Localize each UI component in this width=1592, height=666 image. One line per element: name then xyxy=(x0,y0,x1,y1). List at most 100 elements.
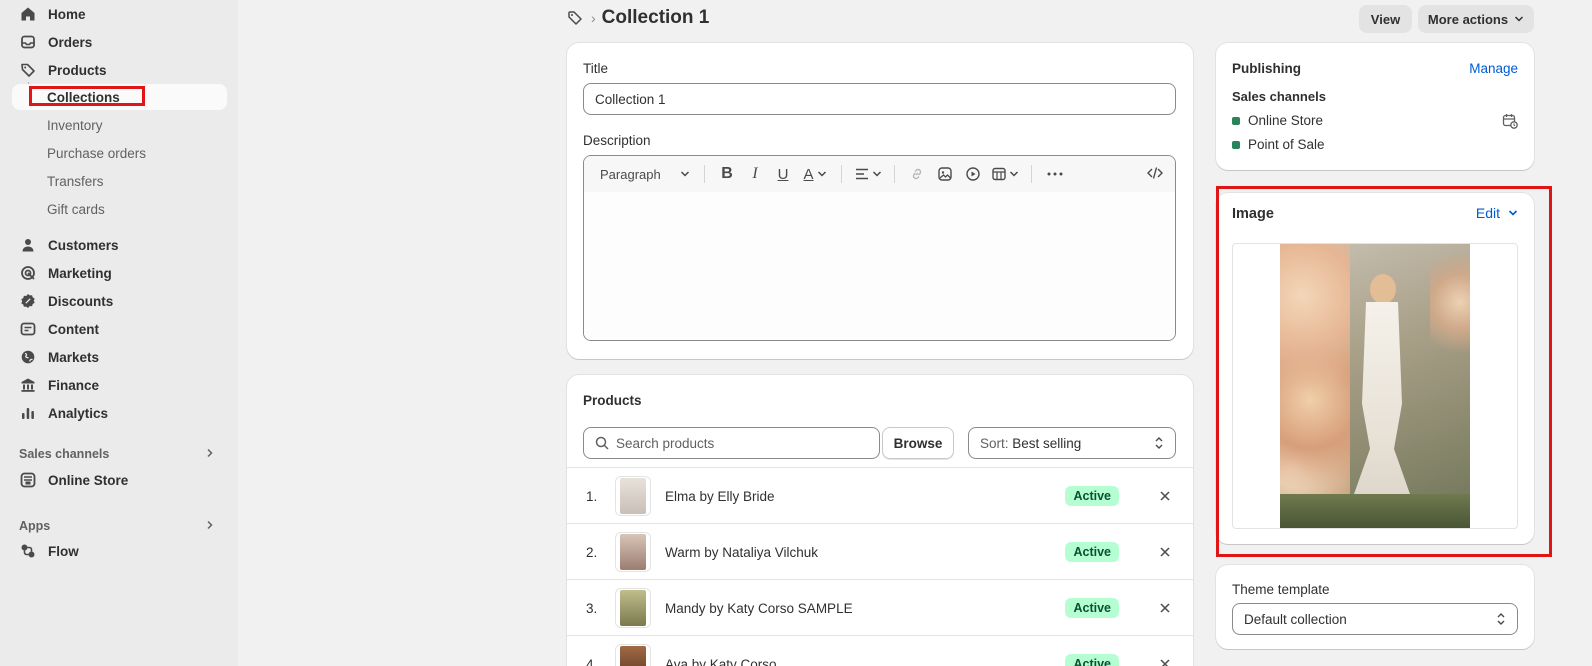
product-name[interactable]: Warm by Nataliya Vilchuk xyxy=(665,545,1065,560)
status-dot xyxy=(1232,116,1240,125)
sidebar-item-label: Orders xyxy=(48,34,93,50)
bar-chart-icon xyxy=(18,403,38,423)
sidebar-item-analytics[interactable]: Analytics xyxy=(12,399,227,427)
product-name[interactable]: Mandy by Katy Corso SAMPLE xyxy=(665,601,1065,616)
search-products-input[interactable]: Search products xyxy=(583,427,880,459)
sidebar-item-label: Finance xyxy=(48,377,100,393)
product-name[interactable]: Ava by Katy Corso xyxy=(665,657,1065,666)
sidebar-subitem-inventory[interactable]: Inventory xyxy=(12,112,227,138)
collection-image-frame[interactable] xyxy=(1232,243,1518,529)
row-number: 2. xyxy=(586,544,598,560)
status-badge: Active xyxy=(1065,486,1119,506)
collection-tag-icon[interactable] xyxy=(567,9,585,27)
section-label: Apps xyxy=(19,519,51,533)
target-icon xyxy=(18,263,38,283)
more-actions-button[interactable]: More actions xyxy=(1418,5,1534,33)
sidebar-item-online-store[interactable]: Online Store xyxy=(12,466,227,494)
theme-template-select[interactable]: Default collection xyxy=(1232,603,1518,635)
status-badge: Active xyxy=(1065,598,1119,618)
video-icon[interactable] xyxy=(959,167,987,181)
sidebar-item-markets[interactable]: Markets xyxy=(12,343,227,371)
table-row[interactable]: 4. Ava by Katy Corso Active xyxy=(567,635,1193,666)
grass xyxy=(1280,494,1470,528)
collection-image xyxy=(1280,244,1470,528)
toolbar-divider xyxy=(894,165,895,183)
sidebar-subitem-collections[interactable]: Collections xyxy=(12,84,227,110)
sidebar-item-discounts[interactable]: Discounts xyxy=(12,287,227,315)
remove-icon[interactable] xyxy=(1157,603,1173,613)
inbox-icon xyxy=(18,32,38,52)
more-actions-label: More actions xyxy=(1427,11,1509,27)
view-button[interactable]: View xyxy=(1359,5,1412,33)
text-color-icon[interactable]: A xyxy=(797,166,833,183)
description-editor: Paragraph B I U A xyxy=(583,155,1176,341)
section-label: Sales channels xyxy=(19,447,110,461)
select-arrows-icon xyxy=(1496,612,1506,626)
search-placeholder: Search products xyxy=(616,435,715,451)
channel-online-store: Online Store xyxy=(1232,113,1323,128)
sidebar-item-label: Products xyxy=(48,62,107,78)
toolbar-divider xyxy=(1031,165,1032,183)
sidebar-item-products[interactable]: Products xyxy=(12,56,227,84)
underline-icon[interactable]: U xyxy=(769,166,797,183)
theme-template-value: Default collection xyxy=(1244,611,1347,627)
chevron-right-icon xyxy=(205,447,215,461)
sidebar-item-label: Markets xyxy=(48,349,100,365)
sidebar-item-customers[interactable]: Customers xyxy=(12,231,227,259)
align-icon[interactable] xyxy=(850,168,886,180)
more-options-icon[interactable] xyxy=(1040,172,1070,176)
sidebar-item-finance[interactable]: Finance xyxy=(12,371,227,399)
italic-icon[interactable]: I xyxy=(741,165,769,183)
sidebar-item-orders[interactable]: Orders xyxy=(12,28,227,56)
paragraph-label: Paragraph xyxy=(600,166,661,182)
sidebar-item-marketing[interactable]: Marketing xyxy=(12,259,227,287)
schedule-calendar-icon[interactable] xyxy=(1502,113,1518,132)
remove-icon[interactable] xyxy=(1157,491,1173,501)
sidebar-subitem-gift-cards[interactable]: Gift cards xyxy=(12,196,227,222)
sidebar-section-apps[interactable]: Apps xyxy=(12,514,227,538)
toolbar-divider xyxy=(704,165,705,183)
sidebar-item-home[interactable]: Home xyxy=(12,0,227,28)
chevron-down-icon xyxy=(680,167,690,182)
sidebar-item-content[interactable]: Content xyxy=(12,315,227,343)
theme-template-card: Theme template Default collection xyxy=(1216,565,1534,649)
globe-icon xyxy=(18,347,38,367)
discount-icon xyxy=(18,291,38,311)
sidebar-subitem-label: Transfers xyxy=(47,173,104,189)
sidebar-section-sales-channels[interactable]: Sales channels xyxy=(12,442,227,466)
sidebar: Home Orders Products Collections Invento… xyxy=(0,0,238,666)
sidebar-subitem-label: Purchase orders xyxy=(47,145,147,161)
link-icon[interactable] xyxy=(903,167,931,181)
sidebar-item-label: Content xyxy=(48,321,99,337)
content-icon xyxy=(18,319,38,339)
code-view-icon[interactable] xyxy=(1147,166,1163,180)
sidebar-subitem-purchase-orders[interactable]: Purchase orders xyxy=(12,140,227,166)
sidebar-item-flow[interactable]: Flow xyxy=(12,537,227,565)
status-badge: Active xyxy=(1065,542,1119,562)
remove-icon[interactable] xyxy=(1157,659,1173,666)
product-name[interactable]: Elma by Elly Bride xyxy=(665,489,1065,504)
table-row[interactable]: 2. Warm by Nataliya Vilchuk Active xyxy=(567,523,1193,580)
edit-image-button[interactable]: Edit xyxy=(1476,205,1518,221)
title-label: Title xyxy=(583,61,609,76)
paragraph-dropdown[interactable]: Paragraph xyxy=(600,167,690,182)
table-icon[interactable] xyxy=(987,167,1023,181)
sort-select[interactable]: Sort: Best selling xyxy=(968,427,1176,459)
remove-icon[interactable] xyxy=(1157,547,1173,557)
product-thumbnail xyxy=(615,588,651,628)
channel-label: Point of Sale xyxy=(1248,137,1325,152)
page-title: Collection 1 xyxy=(601,7,710,28)
bold-icon[interactable]: B xyxy=(713,165,741,183)
table-row[interactable]: 1. Elma by Elly Bride Active xyxy=(567,467,1193,524)
image-icon[interactable] xyxy=(931,167,959,181)
table-row[interactable]: 3. Mandy by Katy Corso SAMPLE Active xyxy=(567,579,1193,636)
theme-template-label: Theme template xyxy=(1232,582,1330,597)
browse-button[interactable]: Browse xyxy=(882,427,954,459)
publishing-heading: Publishing xyxy=(1232,61,1301,76)
sidebar-item-label: Flow xyxy=(48,543,79,559)
row-number: 3. xyxy=(586,600,598,616)
title-input[interactable]: Collection 1 xyxy=(583,83,1176,115)
sidebar-subitem-transfers[interactable]: Transfers xyxy=(12,168,227,194)
description-text-area[interactable] xyxy=(584,192,1175,340)
manage-link[interactable]: Manage xyxy=(1469,61,1518,76)
